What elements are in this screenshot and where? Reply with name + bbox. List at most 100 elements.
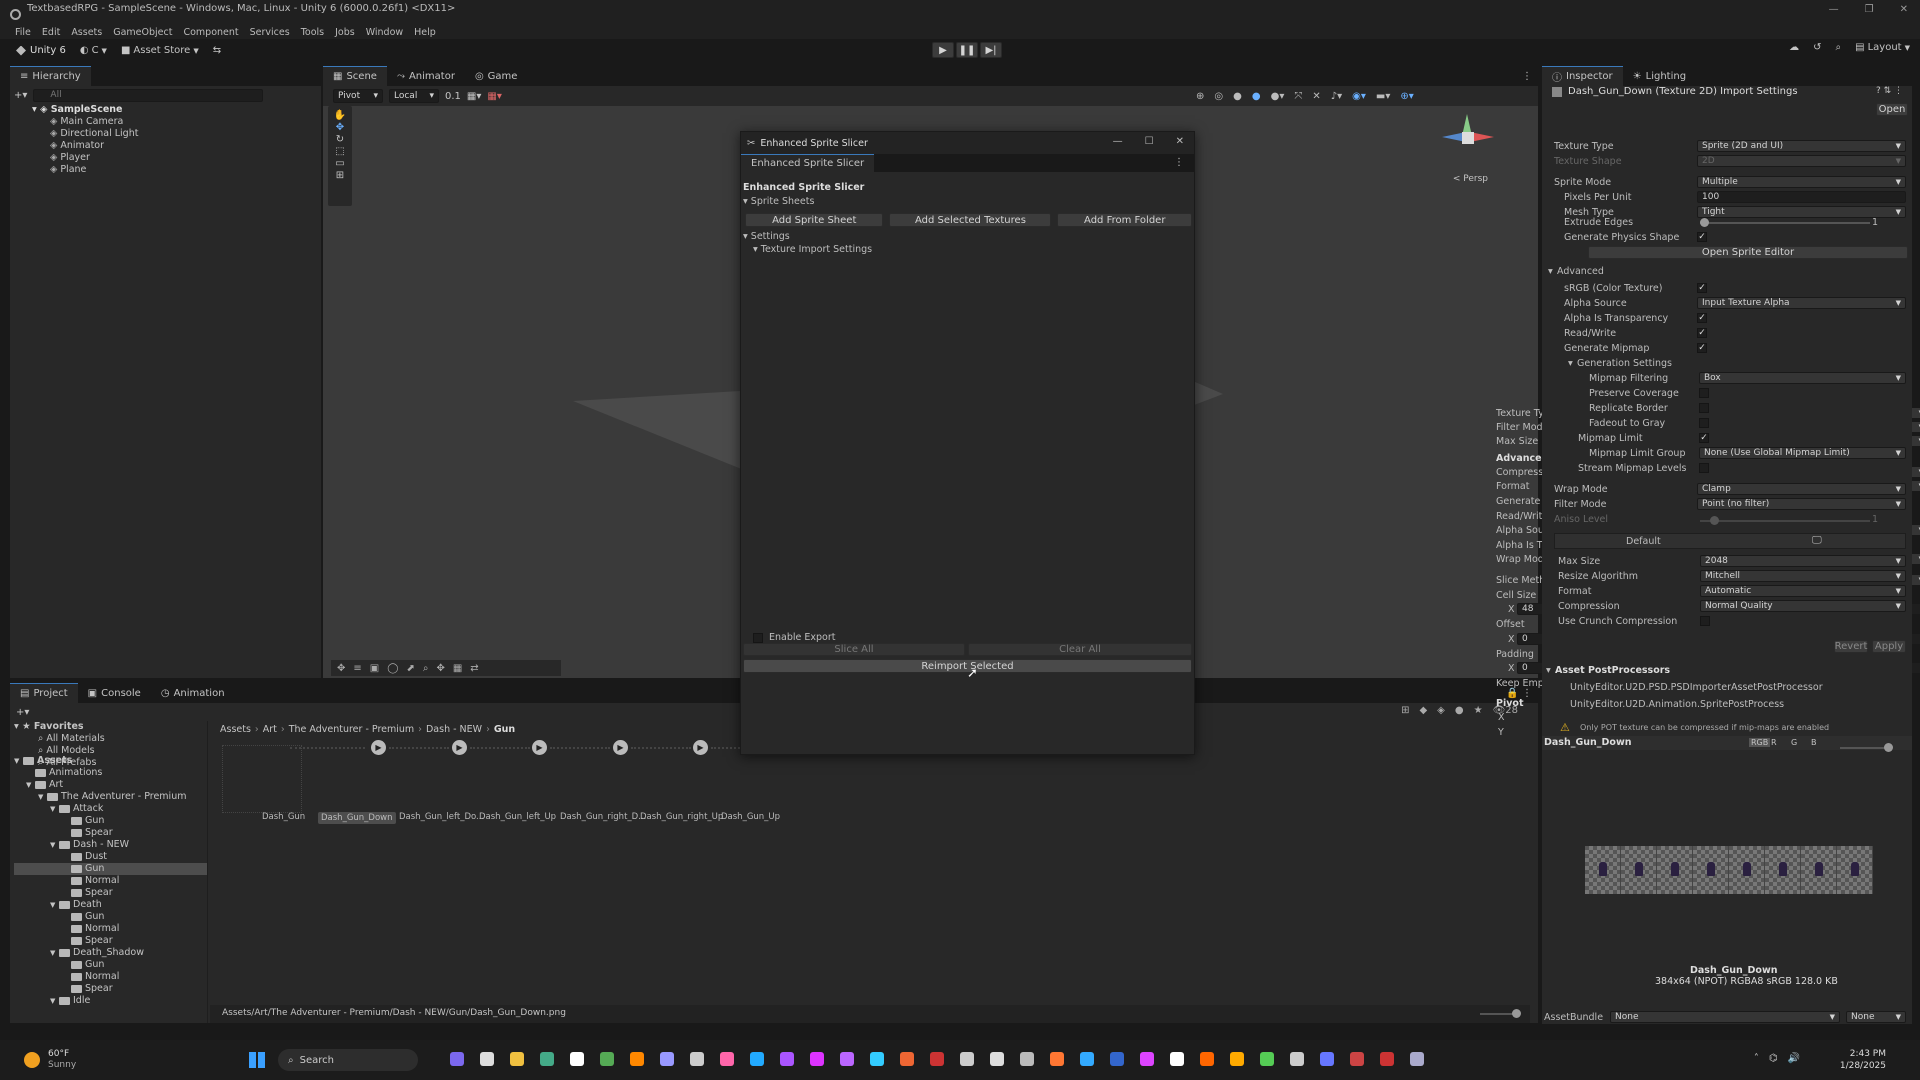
setting-value[interactable]: Sprite (2D and UI) ▼ [1697,140,1906,152]
rect-tool-icon[interactable]: ▭ [335,158,344,169]
lit-icon[interactable]: ● [1252,91,1261,102]
render-icon[interactable]: ●▾ [1271,91,1285,102]
chevron-down-icon[interactable]: ▼ [26,779,35,791]
overlay-icon[interactable]: ≡ [353,663,361,674]
light-icon[interactable]: ✕ [1312,91,1320,102]
version-control-icon[interactable]: ⇆ [213,45,221,56]
tab-console[interactable]: ▣ Console [78,683,151,703]
compression-dropdown[interactable]: Normal Quality ▼ [1700,600,1906,612]
folder-item[interactable]: Gun [14,959,207,971]
favorites-node[interactable]: ▾ ★ Favorites [14,721,207,733]
github-taskbar-icon[interactable] [690,1052,704,1066]
2d-icon[interactable]: ⤧ [1294,91,1302,102]
tab-enhanced-sprite-slicer[interactable]: Enhanced Sprite Slicer [741,154,875,172]
chevron-down-icon[interactable]: ▼ [50,899,59,911]
music-taskbar-icon[interactable] [1080,1052,1094,1066]
folder-item[interactable]: Normal [14,971,207,983]
wifi-icon[interactable]: ⌬ [1769,1053,1778,1064]
folder-item[interactable]: ▼ Dash - NEW [14,839,207,851]
add-selected-textures-button[interactable]: Add Selected Textures [889,213,1052,227]
clock[interactable]: 2:43 PM 1/28/2025 [1840,1048,1886,1072]
folder-item[interactable]: ▼ Attack [14,803,207,815]
tab-default[interactable]: Default [1626,536,1661,547]
add-from-folder-button[interactable]: Add From Folder [1057,213,1192,227]
advanced-foldout[interactable]: ▾ [1548,266,1553,277]
replicate-border-checkbox[interactable] [1699,403,1709,413]
alpha-trans-checkbox[interactable]: ✓ [1697,313,1707,323]
tab-lighting[interactable]: ☀ Lighting [1623,66,1696,86]
folder-item[interactable]: ▼ Death [14,899,207,911]
sphere-icon[interactable]: ● [1233,91,1242,102]
rotate-tool-icon[interactable]: ↻ [336,134,344,145]
asset-file-name[interactable]: Dash_Gun_Down [318,812,396,824]
extrude-edges-slider[interactable] [1700,218,1870,227]
play-button[interactable]: ▶ [932,42,954,58]
open-button[interactable]: Open [1876,103,1908,116]
visibility-icon[interactable]: ◉▾ [1352,91,1366,102]
chrome-taskbar-icon[interactable] [540,1052,554,1066]
snap-value[interactable]: 0.1 [445,91,461,102]
volume-icon[interactable]: 🔊 [1788,1053,1800,1064]
srgb-checkbox[interactable]: ✓ [1697,283,1707,293]
paint-taskbar-icon[interactable] [1230,1052,1244,1066]
menu-jobs[interactable]: Jobs [335,27,355,38]
folder-item[interactable]: ▼ Death_Shadow [14,947,207,959]
file-explorer-taskbar-icon[interactable] [480,1052,494,1066]
folder-item[interactable]: Animations [14,767,207,779]
more-options-icon[interactable]: ⋮ [1522,71,1532,82]
maximize-icon[interactable]: ❐ [1865,4,1874,15]
maximize-icon[interactable]: ☐ [1145,136,1154,147]
chevron-down-icon[interactable]: ▼ [38,791,47,803]
crunch-checkbox[interactable] [1700,616,1710,626]
slider-handle[interactable] [1700,218,1709,227]
fadeout-checkbox[interactable] [1699,418,1709,428]
folder-taskbar-icon[interactable] [510,1052,524,1066]
folder-item[interactable]: Spear [14,983,207,995]
folder-item[interactable]: Dust [14,851,207,863]
preview-mip-slider[interactable] [1840,743,1893,752]
copilot-taskbar-icon[interactable] [450,1052,464,1066]
move-tool-icon[interactable]: ✥ [336,122,344,133]
designer-taskbar-icon[interactable] [1260,1052,1274,1066]
flame-taskbar-icon[interactable] [1350,1052,1364,1066]
menu-services[interactable]: Services [250,27,290,38]
assetbundle-dropdown[interactable]: None ▼ [1610,1011,1840,1023]
asset-file-name[interactable]: Dash_Gun_right_D... [560,812,646,822]
overlay-icon[interactable]: ◯ [387,663,398,674]
pivot-dropdown[interactable]: Pivot ▾ [333,89,383,103]
snap-icon[interactable]: ▦▾ [487,91,501,102]
tab-game[interactable]: ◎ Game [465,66,528,86]
alpha-source-dropdown[interactable]: Input Texture Alpha ▼ [1697,297,1906,309]
shading-icon[interactable]: ◎ [1214,91,1223,102]
transform-tool-icon[interactable]: ⊞ [336,170,344,181]
game-taskbar-icon[interactable] [1380,1052,1394,1066]
animation-clip-icon[interactable]: ▶ [532,740,547,755]
add-icon[interactable]: +▾ [14,90,27,101]
search-icon[interactable]: ⌕ [1836,42,1842,53]
asset-file-name[interactable]: Dash_Gun_left_Up [479,812,556,822]
hand-tool-icon[interactable]: ✋ [334,110,346,121]
aniso-level-slider[interactable] [1700,516,1870,525]
channel-toggle[interactable]: G [1791,738,1797,747]
account-button[interactable]: Unity 6 [16,45,66,56]
folder-item[interactable]: Gun [14,863,207,875]
menu-window[interactable]: Window [366,27,403,38]
filter-icon[interactable]: ⊞ [1401,705,1409,716]
taskbar-search[interactable]: ⌕ Search [278,1049,418,1071]
ps-taskbar-icon[interactable] [900,1052,914,1066]
visual-studio-taskbar-icon[interactable] [780,1052,794,1066]
asset-file-name[interactable]: Dash_Gun_Up [721,812,780,822]
enable-export-checkbox[interactable] [753,632,763,643]
visual-studio-dark-taskbar-icon[interactable] [840,1052,854,1066]
weather-widget[interactable]: 60°F Sunny [24,1049,76,1071]
hierarchy-item[interactable]: ◈ Plane [50,164,321,176]
notes-taskbar-icon[interactable] [720,1052,734,1066]
discord-taskbar-icon[interactable] [1320,1052,1334,1066]
folder-item[interactable]: ▼ Art [14,779,207,791]
animation-clip-icon[interactable]: ▶ [613,740,628,755]
asset-store-button[interactable]: ■ Asset Store ▼ [121,45,199,56]
overlay-icon[interactable]: ▦ [453,663,462,674]
hierarchy-item[interactable]: ◈ Player [50,152,321,164]
pause-button[interactable]: ❚❚ [956,42,978,58]
lock-icon[interactable]: 🔒 ⋮ [1506,688,1532,699]
